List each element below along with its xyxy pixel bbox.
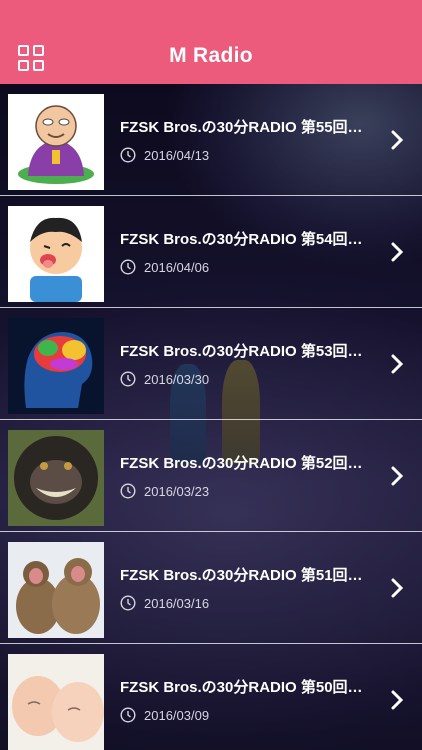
episode-date: 2016/03/30 — [144, 371, 210, 387]
episode-thumbnail — [8, 94, 104, 190]
babies-photo — [8, 654, 104, 750]
episode-thumbnail — [8, 654, 104, 750]
episode-item[interactable]: FZSK Bros.の30分RADIO 第55回… 2016/04/13 — [0, 84, 422, 196]
chevron-right-icon[interactable] — [390, 242, 404, 262]
clock-icon — [120, 147, 136, 163]
episode-date-row: 2016/03/09 — [120, 706, 209, 724]
episode-date: 2016/04/06 — [144, 259, 210, 275]
episode-title: FZSK Bros.の30分RADIO 第54回… — [120, 231, 363, 248]
episode-date: 2016/03/16 — [144, 595, 210, 611]
episode-date-row: 2016/03/16 — [120, 594, 209, 612]
episode-date: 2016/04/13 — [144, 147, 210, 163]
episode-thumbnail — [8, 206, 104, 302]
episode-title: FZSK Bros.の30分RADIO 第50回… — [120, 679, 363, 696]
episode-item[interactable]: FZSK Bros.の30分RADIO 第50回… 2016/03/09 — [0, 644, 422, 750]
episode-date: 2016/03/23 — [144, 483, 210, 499]
chevron-right-icon[interactable] — [390, 130, 404, 150]
episode-date-row: 2016/04/06 — [120, 258, 209, 276]
brain-head-illustration — [8, 318, 104, 414]
episode-thumbnail — [8, 318, 104, 414]
episode-title: FZSK Bros.の30分RADIO 第52回… — [120, 455, 363, 472]
episode-item[interactable]: FZSK Bros.の30分RADIO 第54回… 2016/04/06 — [0, 196, 422, 308]
chevron-right-icon[interactable] — [390, 466, 404, 486]
episode-item[interactable]: FZSK Bros.の30分RADIO 第52回… 2016/03/23 — [0, 420, 422, 532]
chevron-right-icon[interactable] — [390, 354, 404, 374]
episode-date-row: 2016/03/23 — [120, 482, 209, 500]
episode-date: 2016/03/09 — [144, 707, 210, 723]
clock-icon — [120, 259, 136, 275]
bald-old-man-illustration — [8, 94, 104, 190]
chevron-right-icon[interactable] — [390, 690, 404, 710]
clock-icon — [120, 371, 136, 387]
episode-list: FZSK Bros.の30分RADIO 第55回… 2016/04/13 FZS… — [0, 84, 422, 750]
episode-title: FZSK Bros.の30分RADIO 第53回… — [120, 343, 363, 360]
app-header: M Radio — [0, 0, 422, 84]
episode-title: FZSK Bros.の30分RADIO 第51回… — [120, 567, 363, 584]
clock-icon — [120, 595, 136, 611]
chevron-right-icon[interactable] — [390, 578, 404, 598]
episode-title: FZSK Bros.の30分RADIO 第55回… — [120, 119, 363, 136]
episode-date-row: 2016/03/30 — [120, 370, 209, 388]
smiling-monkey-photo — [8, 430, 104, 526]
episode-thumbnail — [8, 542, 104, 638]
episode-item[interactable]: FZSK Bros.の30分RADIO 第53回… 2016/03/30 — [0, 308, 422, 420]
episode-thumbnail — [8, 430, 104, 526]
snow-monkeys-photo — [8, 542, 104, 638]
episode-date-row: 2016/04/13 — [120, 146, 209, 164]
clock-icon — [120, 707, 136, 723]
boy-tongue-out-illustration — [8, 206, 104, 302]
episode-item[interactable]: FZSK Bros.の30分RADIO 第51回… 2016/03/16 — [0, 532, 422, 644]
page-title: M Radio — [169, 44, 253, 67]
clock-icon — [120, 483, 136, 499]
